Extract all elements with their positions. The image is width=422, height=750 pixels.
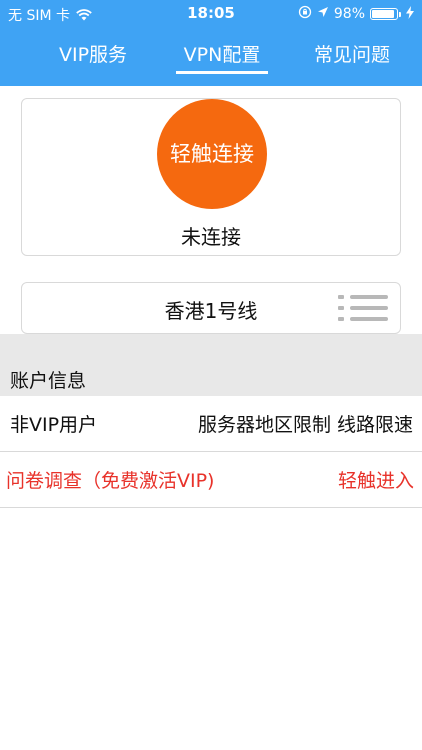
connect-button[interactable]: 轻触连接 — [157, 99, 267, 209]
line-selector[interactable]: 香港1号线 — [21, 282, 401, 334]
battery-icon — [370, 8, 398, 20]
account-limits: 服务器地区限制 线路限速 — [197, 414, 413, 436]
top-tabs: VIP服务 VPN配置 常见问题 — [0, 40, 422, 80]
survey-label: 问卷调查（免费激活VIP) — [6, 470, 215, 492]
survey-row[interactable]: 问卷调查（免费激活VIP) 轻触进入 — [0, 452, 422, 508]
tab-faq[interactable]: 常见问题 — [306, 40, 398, 74]
account-section-title: 账户信息 — [10, 370, 87, 392]
tab-vip-service[interactable]: VIP服务 — [52, 40, 134, 74]
charging-icon — [406, 5, 414, 23]
battery-tip — [399, 11, 401, 17]
connect-card: 轻触连接 未连接 — [21, 98, 401, 256]
battery-fill — [372, 10, 394, 18]
location-icon — [317, 6, 329, 22]
connection-status: 未连接 — [181, 225, 241, 249]
list-icon[interactable] — [338, 294, 388, 322]
status-bar: 无 SIM 卡 18:05 98% — [0, 0, 422, 28]
survey-action[interactable]: 轻触进入 — [338, 466, 414, 493]
app-header: 无 SIM 卡 18:05 98% VIP服务 VPN配置 常见问题 — [0, 0, 422, 86]
status-right: 98% — [298, 5, 414, 23]
battery-percent: 98% — [333, 6, 365, 22]
orientation-lock-icon — [298, 5, 312, 23]
account-info-row: 非VIP用户 服务器地区限制 线路限速 — [0, 396, 422, 452]
user-type: 非VIP用户 — [10, 414, 98, 436]
tab-vpn-config[interactable]: VPN配置 — [176, 40, 268, 74]
